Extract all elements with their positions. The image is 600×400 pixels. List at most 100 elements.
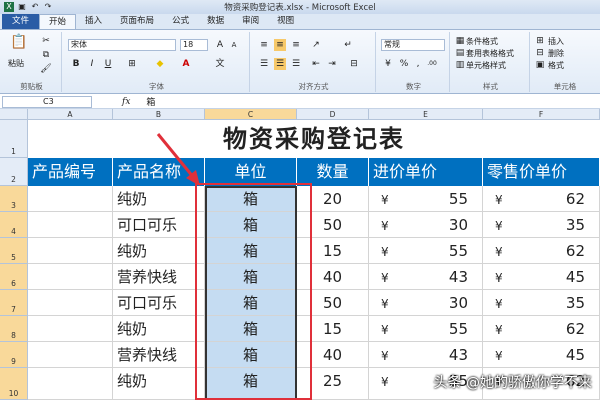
tab-file[interactable]: 文件 [2,14,40,29]
cell-product-id[interactable] [28,368,113,400]
row-header-7[interactable]: 7 [0,290,28,316]
comma-button[interactable]: , [412,58,424,70]
row-header-4[interactable]: 4 [0,212,28,238]
row-header-9[interactable]: 9 [0,342,28,368]
column-header-f[interactable]: F [483,109,600,120]
cell-retail-price[interactable]: ¥35 [483,212,600,238]
borders-icon[interactable]: ⊞ [126,58,138,70]
column-header-a[interactable]: A [28,109,113,120]
insert-cells-button[interactable]: 插入 [548,36,564,47]
delete-cells-button[interactable]: 删除 [548,48,564,59]
tab-home[interactable]: 开始 [39,14,77,29]
italic-button[interactable]: I [86,58,98,70]
select-all-corner[interactable] [0,109,28,120]
header-cost-price[interactable]: 进价单价 [369,158,483,186]
align-left-icon[interactable]: ☰ [258,58,270,70]
cell-product-id[interactable] [28,212,113,238]
cell-retail-price[interactable]: ¥45 [483,342,600,368]
decrease-indent-icon[interactable]: ⇤ [310,58,322,70]
row-header-2[interactable]: 2 [0,158,28,186]
cell-unit[interactable]: 箱 [205,290,297,316]
tab-formulas[interactable]: 公式 [163,14,198,29]
cell-retail-price[interactable]: ¥45 [483,264,600,290]
header-quantity[interactable]: 数量 [297,158,369,186]
formula-input[interactable]: 箱 [146,95,155,108]
header-unit[interactable]: 单位 [205,158,297,186]
cell-retail-price[interactable]: ¥62 [483,316,600,342]
row-header-3[interactable]: 3 [0,186,28,212]
tab-view[interactable]: 视图 [268,14,303,29]
row-header-5[interactable]: 5 [0,238,28,264]
conditional-format-button[interactable]: 条件格式 [466,36,498,47]
column-header-d[interactable]: D [297,109,369,120]
align-bottom-icon[interactable]: ≡ [290,39,302,51]
cell-quantity[interactable]: 50 [297,290,369,316]
cell-cost-price[interactable]: ¥55 [369,186,483,212]
cell-unit[interactable]: 箱 [205,316,297,342]
cell-product-id[interactable] [28,290,113,316]
increase-indent-icon[interactable]: ⇥ [326,58,338,70]
row-header-10[interactable]: 10 [0,368,28,400]
cell-product-id[interactable] [28,316,113,342]
redo-icon[interactable]: ↷ [43,2,53,12]
cell-product-name[interactable]: 纯奶 [113,368,205,400]
wrap-text-icon[interactable]: ↵ [342,39,354,51]
decimal-icon[interactable]: .00 [426,58,438,70]
cell-cost-price[interactable]: ¥43 [369,342,483,368]
cell-unit[interactable]: 箱 [205,238,297,264]
cell-unit[interactable]: 箱 [205,212,297,238]
save-icon[interactable]: ▣ [17,2,27,12]
cell-product-name[interactable]: 纯奶 [113,316,205,342]
column-header-b[interactable]: B [113,109,205,120]
cell-unit[interactable]: 箱 [205,186,297,212]
cell-product-name[interactable]: 可口可乐 [113,212,205,238]
header-retail-price[interactable]: 零售价单价 [483,158,600,186]
cell-cost-price[interactable]: ¥55 [369,316,483,342]
undo-icon[interactable]: ↶ [30,2,40,12]
cell-retail-price[interactable]: ¥62 [483,238,600,264]
cell-quantity[interactable]: 50 [297,212,369,238]
cell-unit[interactable]: 箱 [205,342,297,368]
grow-font-icon[interactable]: A [214,39,226,51]
font-color-icon[interactable]: A [180,58,192,70]
number-format-combo[interactable]: 常规 [381,39,445,51]
header-product-id[interactable]: 产品编号 [28,158,113,186]
cell-unit[interactable]: 箱 [205,368,297,400]
align-center-icon[interactable]: ☰ [274,58,286,70]
row-header-1[interactable]: 1 [0,120,28,158]
shrink-font-icon[interactable]: A [228,39,240,51]
row-header-8[interactable]: 8 [0,316,28,342]
column-header-e[interactable]: E [369,109,483,120]
name-box[interactable]: C3 [2,95,92,108]
cell-quantity[interactable]: 40 [297,264,369,290]
tab-page-layout[interactable]: 页面布局 [111,14,163,29]
table-format-button[interactable]: 套用表格格式 [466,48,514,59]
cut-icon[interactable]: ✂ [40,35,52,47]
cell-retail-price[interactable]: ¥35 [483,290,600,316]
cell-quantity[interactable]: 15 [297,316,369,342]
cell-quantity[interactable]: 25 [297,368,369,400]
cell-cost-price[interactable]: ¥30 [369,290,483,316]
align-top-icon[interactable]: ≡ [258,39,270,51]
font-size-combo[interactable]: 18 [180,39,208,51]
cell-cost-price[interactable]: ¥55 [369,238,483,264]
align-middle-icon[interactable]: ≡ [274,39,286,51]
paste-button[interactable]: 粘贴 [8,58,24,69]
insert-function-icon[interactable]: fx [122,97,130,107]
cell-product-id[interactable] [28,186,113,212]
cell-quantity[interactable]: 15 [297,238,369,264]
cell-product-name[interactable]: 营养快线 [113,264,205,290]
tab-review[interactable]: 审阅 [233,14,268,29]
align-right-icon[interactable]: ☰ [290,58,302,70]
cell-unit[interactable]: 箱 [205,264,297,290]
format-painter-icon[interactable]: 🖌 [40,63,52,75]
bold-button[interactable]: B [70,58,82,70]
cell-cost-price[interactable]: ¥30 [369,212,483,238]
tab-insert[interactable]: 插入 [76,14,111,29]
paste-icon[interactable]: 📋 [10,35,28,56]
cell-product-name[interactable]: 纯奶 [113,238,205,264]
cell-product-id[interactable] [28,342,113,368]
currency-icon[interactable]: ¥ [382,58,394,70]
percent-button[interactable]: % [398,58,410,70]
copy-icon[interactable]: ⧉ [40,49,52,61]
